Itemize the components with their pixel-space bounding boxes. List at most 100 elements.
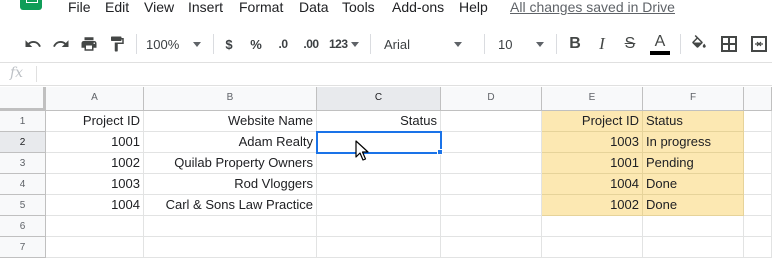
fill-color-button[interactable]: [688, 28, 710, 60]
formula-bar-divider: [36, 66, 37, 82]
row-header-6[interactable]: 6: [0, 216, 46, 237]
cell-g7[interactable]: [744, 237, 772, 258]
cell-c7[interactable]: [317, 237, 441, 258]
row-header-3[interactable]: 3: [0, 153, 46, 174]
cell-e3[interactable]: 1001: [542, 153, 643, 174]
column-header-c[interactable]: C: [317, 87, 441, 111]
cell-e4[interactable]: 1004: [542, 174, 643, 195]
paint-format-button[interactable]: [106, 28, 128, 60]
cell-c5[interactable]: [317, 195, 441, 216]
row-header-4[interactable]: 4: [0, 174, 46, 195]
cell-b3[interactable]: Quilab Property Owners: [144, 153, 317, 174]
cell-f3[interactable]: Pending: [643, 153, 744, 174]
decrease-decimals-button[interactable]: .0: [272, 28, 294, 60]
cell-a1[interactable]: Project ID: [46, 111, 144, 132]
bold-button[interactable]: B: [565, 28, 585, 60]
font-family-select[interactable]: Arial: [384, 28, 474, 60]
merge-cells-button[interactable]: [748, 28, 770, 60]
cell-e2[interactable]: 1003: [542, 132, 643, 153]
cell-d3[interactable]: [441, 153, 542, 174]
column-header-g[interactable]: [744, 87, 772, 111]
format-percent-button[interactable]: %: [246, 28, 266, 60]
cell-d4[interactable]: [441, 174, 542, 195]
cell-a5[interactable]: 1004: [46, 195, 144, 216]
toolbar-divider: [680, 34, 681, 54]
more-formats-select[interactable]: 123: [329, 28, 363, 60]
row-header-2[interactable]: 2: [0, 132, 46, 153]
borders-button[interactable]: [718, 28, 740, 60]
fill-handle[interactable]: [437, 149, 443, 155]
menu-tools[interactable]: Tools: [342, 0, 375, 15]
cell-e6[interactable]: [542, 216, 643, 237]
cell-f4[interactable]: Done: [643, 174, 744, 195]
cell-g5[interactable]: [744, 195, 772, 216]
italic-button[interactable]: I: [592, 28, 612, 60]
menu-insert[interactable]: Insert: [188, 0, 223, 15]
redo-button[interactable]: [50, 28, 72, 60]
undo-button[interactable]: [22, 28, 44, 60]
row-header-7[interactable]: 7: [0, 237, 46, 258]
cell-d2[interactable]: [441, 132, 542, 153]
cell-b5[interactable]: Carl & Sons Law Practice: [144, 195, 317, 216]
cell-b7[interactable]: [144, 237, 317, 258]
format-currency-button[interactable]: $: [220, 28, 238, 60]
cell-d5[interactable]: [441, 195, 542, 216]
cell-f6[interactable]: [643, 216, 744, 237]
select-all-corner[interactable]: [0, 87, 46, 111]
column-header-a[interactable]: A: [46, 87, 144, 111]
row-header-5[interactable]: 5: [0, 195, 46, 216]
zoom-select[interactable]: 100%: [146, 28, 206, 60]
cell-c1[interactable]: Status: [317, 111, 441, 132]
cell-d7[interactable]: [441, 237, 542, 258]
chevron-down-icon: [536, 41, 545, 47]
cell-f2[interactable]: In progress: [643, 132, 744, 153]
cell-b2[interactable]: Adam Realty: [144, 132, 317, 153]
print-button[interactable]: [78, 28, 100, 60]
cell-c6[interactable]: [317, 216, 441, 237]
column-header-f[interactable]: F: [643, 87, 744, 111]
cell-a7[interactable]: [46, 237, 144, 258]
cell-g1[interactable]: [744, 111, 772, 132]
cell-e1[interactable]: Project ID: [542, 111, 643, 132]
cell-g6[interactable]: [744, 216, 772, 237]
menu-file[interactable]: File: [68, 0, 91, 15]
menu-format[interactable]: Format: [239, 0, 283, 15]
cell-c3[interactable]: [317, 153, 441, 174]
cell-f5[interactable]: Done: [643, 195, 744, 216]
cell-f7[interactable]: [643, 237, 744, 258]
column-header-b[interactable]: B: [144, 87, 317, 111]
cell-a3[interactable]: 1002: [46, 153, 144, 174]
cell-c2[interactable]: [317, 132, 441, 153]
sheets-logo-icon[interactable]: [20, 0, 42, 10]
cell-b1[interactable]: Website Name: [144, 111, 317, 132]
cell-a4[interactable]: 1003: [46, 174, 144, 195]
row-header-1[interactable]: 1: [0, 111, 46, 132]
cell-b6[interactable]: [144, 216, 317, 237]
cell-d1[interactable]: [441, 111, 542, 132]
cell-b4[interactable]: Rod Vloggers: [144, 174, 317, 195]
column-header-e[interactable]: E: [542, 87, 643, 111]
cell-g2[interactable]: [744, 132, 772, 153]
menu-edit[interactable]: Edit: [105, 0, 129, 15]
increase-decimals-button[interactable]: .00: [299, 28, 323, 60]
menu-help[interactable]: Help: [459, 0, 488, 15]
strikethrough-button[interactable]: S: [620, 28, 640, 60]
strikethrough-icon: S: [624, 35, 636, 52]
text-color-button[interactable]: A: [648, 28, 672, 60]
cell-c4[interactable]: [317, 174, 441, 195]
cell-g3[interactable]: [744, 153, 772, 174]
cell-a2[interactable]: 1001: [46, 132, 144, 153]
menu-add-ons[interactable]: Add-ons: [392, 0, 444, 15]
font-size-select[interactable]: 10: [498, 28, 550, 60]
cell-d6[interactable]: [441, 216, 542, 237]
cell-e5[interactable]: 1002: [542, 195, 643, 216]
cell-e7[interactable]: [542, 237, 643, 258]
cell-f1[interactable]: Status: [643, 111, 744, 132]
column-header-d[interactable]: D: [441, 87, 542, 111]
cell-a6[interactable]: [46, 216, 144, 237]
save-status-link[interactable]: All changes saved in Drive: [510, 0, 675, 15]
cell-g4[interactable]: [744, 174, 772, 195]
formula-input[interactable]: [44, 66, 764, 84]
menu-data[interactable]: Data: [299, 0, 329, 15]
menu-view[interactable]: View: [144, 0, 174, 15]
